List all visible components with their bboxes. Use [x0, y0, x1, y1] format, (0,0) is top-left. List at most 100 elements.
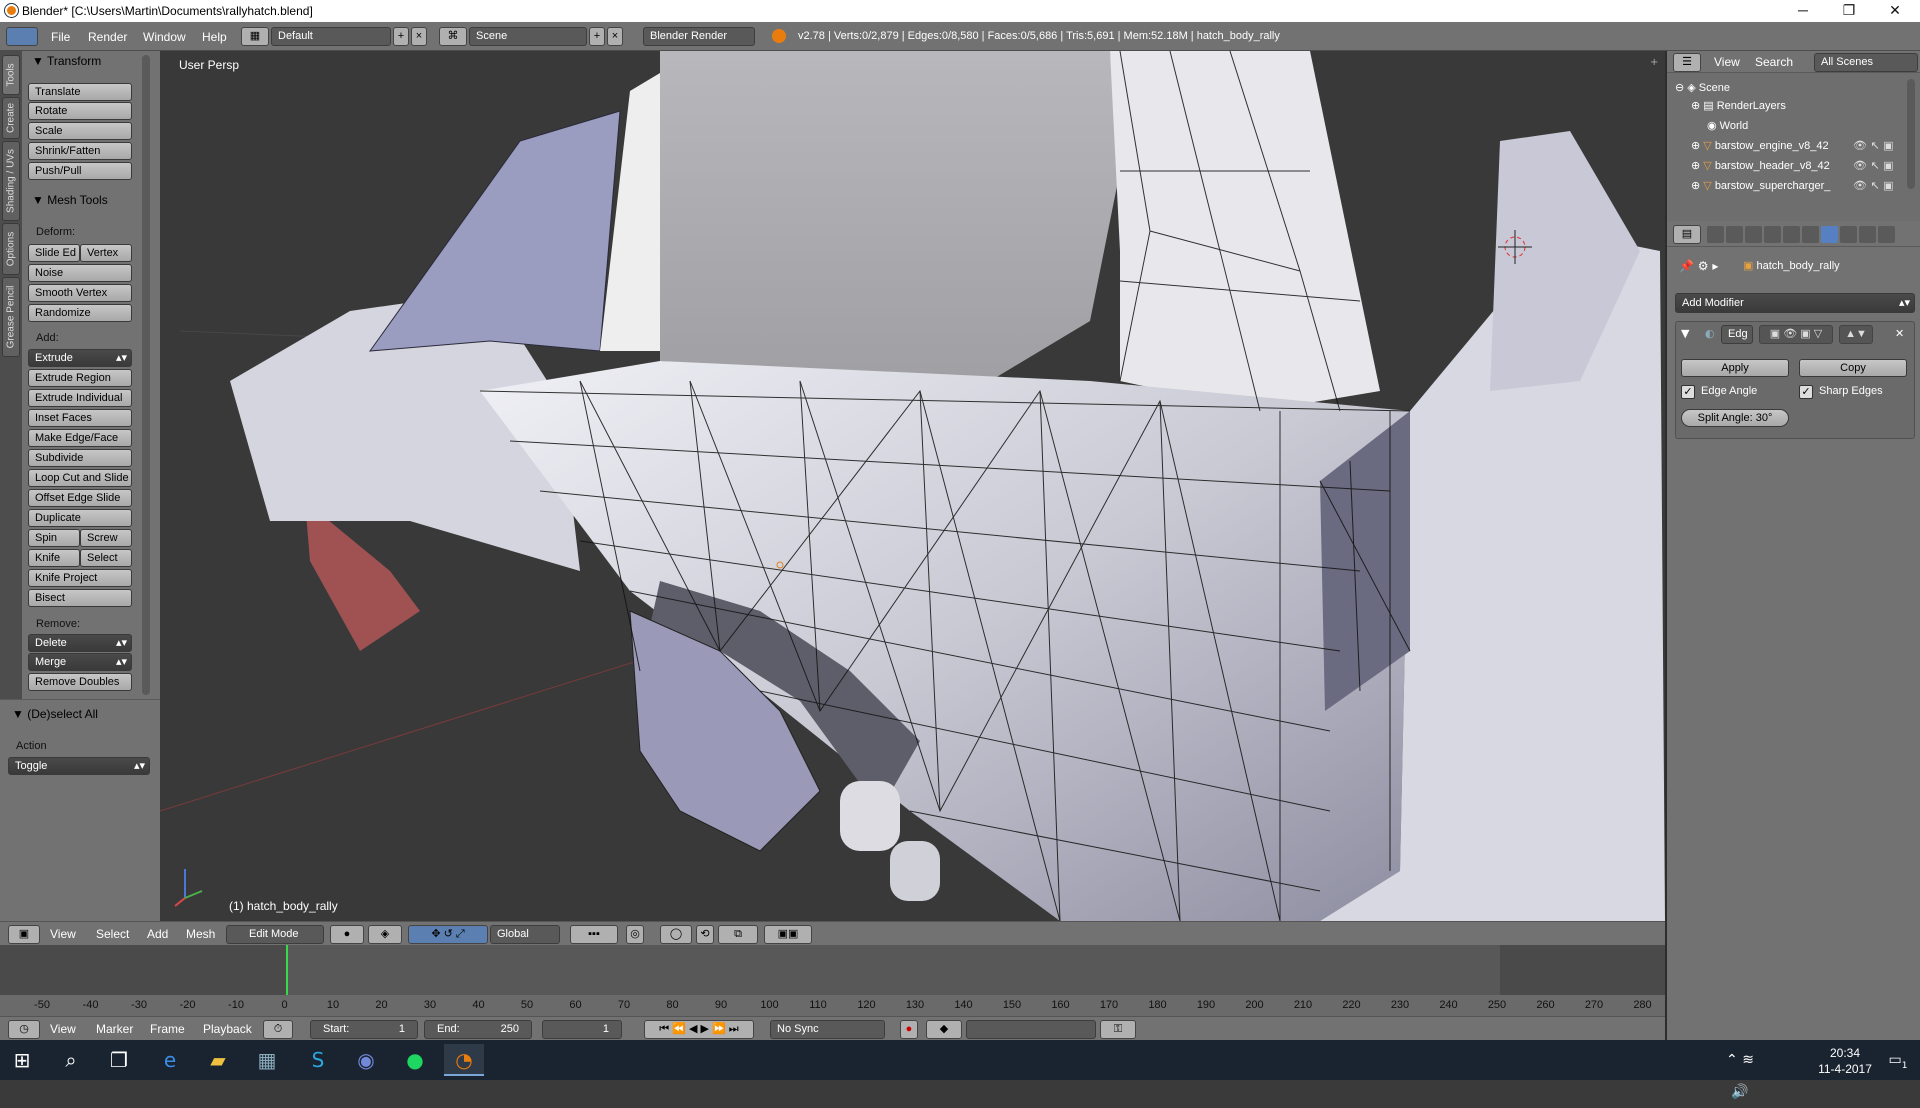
transform-panel-header[interactable]: ▼ Transform	[32, 54, 101, 68]
delete-dropdown[interactable]: Delete ▴▾	[28, 634, 132, 652]
deselect-all-panel-header[interactable]: ▼ (De)select All	[12, 707, 98, 721]
spotify-icon[interactable]: ●	[395, 1044, 435, 1076]
3d-viewport[interactable]: User Persp (1) hatch_body_rally +	[160, 51, 1665, 921]
discord-icon[interactable]: ◉	[346, 1044, 386, 1076]
close-button[interactable]: ✕	[1872, 0, 1918, 22]
menu-render[interactable]: Render	[88, 30, 127, 44]
visibility-eye-icon-2[interactable]: 👁 ↖ ▣	[1853, 159, 1894, 172]
outliner-view-menu[interactable]: View	[1714, 55, 1740, 69]
outliner-item-engine[interactable]: ⊕ ▽ barstow_engine_v8_42	[1691, 139, 1829, 152]
extrude-dropdown[interactable]: Extrude ▴▾	[28, 349, 132, 367]
layers-tab-icon[interactable]	[1726, 226, 1743, 243]
end-frame-field[interactable]: End: 250	[424, 1020, 532, 1039]
smooth-vertex-button[interactable]: Smooth Vertex	[28, 284, 132, 302]
rotate-button[interactable]: Rotate	[28, 102, 132, 120]
mirror-icon[interactable]: ⟲	[696, 925, 714, 944]
copy-button[interactable]: Copy	[1799, 359, 1907, 377]
inset-faces-button[interactable]: Inset Faces	[28, 409, 132, 427]
frame-menu[interactable]: Frame	[150, 1022, 185, 1036]
material-tab-icon[interactable]	[1859, 226, 1876, 243]
outliner-item-world[interactable]: ◉ World	[1707, 119, 1748, 132]
tab-shading-uvs[interactable]: Shading / UVs	[2, 141, 20, 221]
add-layout-icon[interactable]: +	[393, 27, 409, 46]
proportional-edit-icon[interactable]: ◯	[660, 925, 692, 944]
tab-tools[interactable]: Tools	[2, 55, 20, 95]
object-tab-icon[interactable]	[1783, 226, 1800, 243]
keying-set-icon[interactable]: ◆	[926, 1020, 962, 1039]
menu-file[interactable]: File	[51, 30, 70, 44]
limit-selection-icon[interactable]: ◎	[626, 925, 644, 944]
modifier-remove-icon[interactable]: ✕	[1895, 327, 1904, 340]
clock-time[interactable]: 20:34	[1815, 1046, 1875, 1060]
menu-help[interactable]: Help	[202, 30, 227, 44]
slide-edge-button[interactable]: Slide Ed	[28, 244, 80, 262]
playback-controls[interactable]: ⏮ ⏪ ◀ ▶ ⏩ ⏭	[644, 1020, 754, 1039]
knife-project-button[interactable]: Knife Project	[28, 569, 132, 587]
pivot-select-icon[interactable]: ◈	[368, 925, 402, 944]
outliner-item-scene[interactable]: ⊖ ◈ Scene	[1675, 81, 1730, 94]
extrude-region-button[interactable]: Extrude Region	[28, 369, 132, 387]
active-keying-set-field[interactable]	[966, 1020, 1096, 1039]
scene-field[interactable]: Scene	[469, 27, 587, 46]
scene-tab-icon[interactable]	[1745, 226, 1762, 243]
remove-doubles-button[interactable]: Remove Doubles	[28, 673, 132, 691]
modifier-move-icons[interactable]: ▲▼	[1839, 325, 1873, 344]
outliner-filter-select[interactable]: All Scenes	[1814, 53, 1918, 72]
knife-button[interactable]: Knife	[28, 549, 80, 567]
outliner-item-supercharger[interactable]: ⊕ ▽ barstow_supercharger_	[1691, 179, 1830, 192]
skype-icon[interactable]: S	[298, 1044, 338, 1076]
file-explorer-icon[interactable]: ▰	[198, 1044, 238, 1076]
editor-type-timeline-icon[interactable]: ◷	[8, 1020, 40, 1039]
randomize-button[interactable]: Randomize	[28, 304, 132, 322]
mesh-tools-panel-header[interactable]: ▼ Mesh Tools	[32, 193, 108, 207]
mesh-menu[interactable]: Mesh	[186, 927, 215, 941]
orientation-select[interactable]: Global	[490, 925, 560, 944]
duplicate-button[interactable]: Duplicate	[28, 509, 132, 527]
tray-icons[interactable]: ⌃ ≋ 🔊	[1720, 1044, 1760, 1100]
sharp-edges-checkbox[interactable]: ✓	[1799, 385, 1813, 399]
view-menu[interactable]: View	[50, 927, 76, 941]
push-pull-button[interactable]: Push/Pull	[28, 162, 132, 180]
manipulator-icons[interactable]: ✥ ↺ ⤢	[408, 925, 488, 944]
start-windows-icon[interactable]: ⊞	[2, 1044, 42, 1076]
render-tab-icon[interactable]	[1707, 226, 1724, 243]
task-view-icon[interactable]: ❐	[99, 1044, 139, 1076]
mode-select[interactable]: Edit Mode	[226, 925, 324, 944]
screw-button[interactable]: Screw	[80, 529, 132, 547]
timeline-lock-icon[interactable]: ⏱	[263, 1020, 293, 1039]
menu-window[interactable]: Window	[143, 30, 186, 44]
tab-options[interactable]: Options	[2, 223, 20, 275]
screen-layout-icon[interactable]: ▦	[241, 27, 269, 46]
action-select[interactable]: Toggle ▴▾	[8, 757, 150, 775]
modifiers-tab-icon[interactable]	[1821, 226, 1838, 243]
merge-dropdown[interactable]: Merge ▴▾	[28, 653, 132, 671]
current-frame-field[interactable]: 1	[542, 1020, 622, 1039]
translate-button[interactable]: Translate	[28, 83, 132, 101]
modifier-name-field[interactable]: Edg	[1721, 325, 1753, 344]
marker-menu[interactable]: Marker	[96, 1022, 133, 1036]
modifier-visibility-icons[interactable]: ▣ 👁 ▣ ▽	[1759, 325, 1833, 344]
apply-button[interactable]: Apply	[1681, 359, 1789, 377]
store-icon[interactable]: ▦	[247, 1044, 287, 1076]
scale-button[interactable]: Scale	[28, 122, 132, 140]
editor-type-info-icon[interactable]	[6, 27, 38, 46]
outliner-search-menu[interactable]: Search	[1755, 55, 1793, 69]
edge-browser-icon[interactable]: e	[150, 1044, 190, 1076]
editor-type-properties-icon[interactable]: ▤	[1673, 225, 1701, 244]
slide-vertex-button[interactable]: Vertex	[80, 244, 132, 262]
tab-create[interactable]: Create	[2, 97, 20, 139]
sync-mode-select[interactable]: No Sync	[770, 1020, 885, 1039]
select-menu[interactable]: Select	[96, 927, 129, 941]
add-scene-icon[interactable]: +	[589, 27, 605, 46]
split-angle-field[interactable]: Split Angle: 30°	[1681, 409, 1789, 427]
start-frame-field[interactable]: Start: 1	[310, 1020, 418, 1039]
make-edge-face-button[interactable]: Make Edge/Face	[28, 429, 132, 447]
properties-context-tabs[interactable]	[1707, 226, 1919, 244]
shading-select-icon[interactable]: ●	[330, 925, 364, 944]
editor-type-outliner-icon[interactable]: ☰	[1673, 53, 1701, 72]
notifications-icon[interactable]: ▭1	[1878, 1044, 1918, 1076]
remove-scene-icon[interactable]: ×	[607, 27, 623, 46]
shrink-fatten-button[interactable]: Shrink/Fatten	[28, 142, 132, 160]
clock-date[interactable]: 11-4-2017	[1815, 1062, 1875, 1076]
visibility-eye-icon[interactable]: 👁 ↖ ▣	[1853, 139, 1894, 152]
